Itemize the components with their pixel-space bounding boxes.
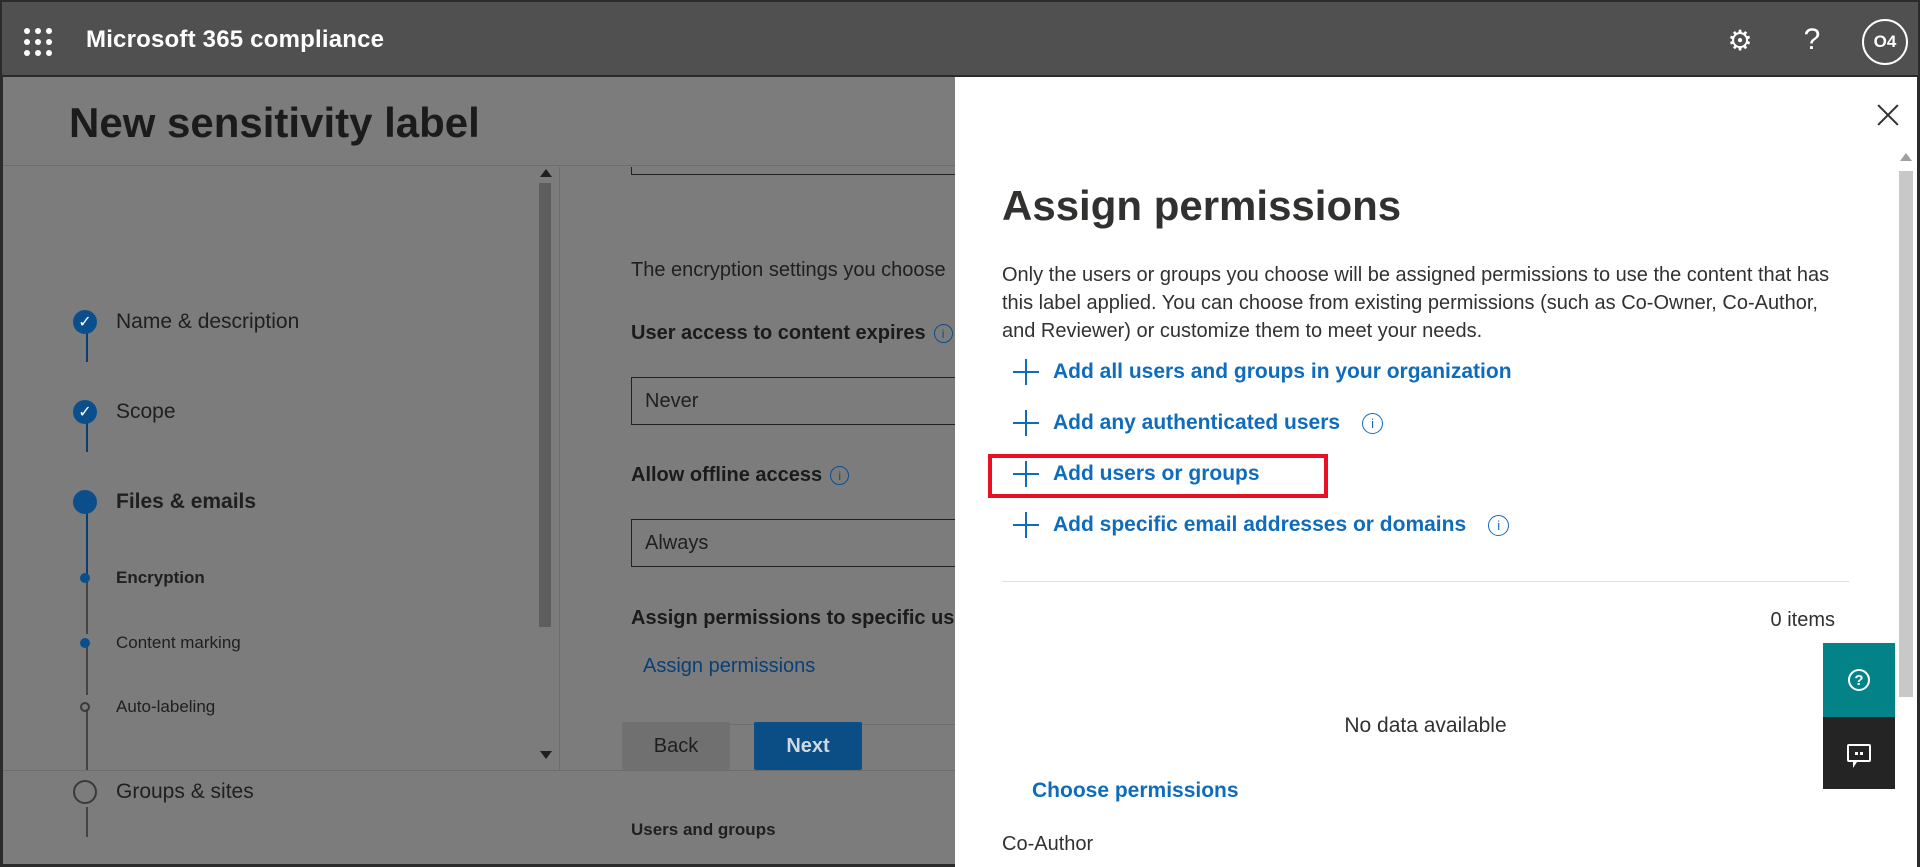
- plus-icon: [1013, 359, 1039, 385]
- no-data-message: No data available: [1344, 714, 1507, 737]
- add-email-addresses-button[interactable]: Add specific email addresses or domains …: [1013, 512, 1510, 538]
- assign-label: Assign permissions to specific use: [631, 607, 966, 629]
- substep-label: Encryption: [116, 568, 205, 587]
- page-title: New sensitivity label: [69, 99, 480, 146]
- input-field[interactable]: [631, 167, 961, 175]
- info-icon[interactable]: i: [1362, 412, 1384, 434]
- scrollbar-thumb[interactable]: [1899, 171, 1913, 697]
- help-icon[interactable]: ?: [1794, 22, 1830, 58]
- plus-icon: [1013, 410, 1039, 436]
- avatar[interactable]: O4: [1862, 19, 1908, 65]
- items-count: 0 items: [1770, 609, 1835, 631]
- substep-dot-icon: [80, 573, 90, 583]
- step-files-emails[interactable]: Files & emails: [73, 490, 256, 514]
- plus-icon: [1013, 512, 1039, 538]
- scroll-up-icon[interactable]: [1900, 153, 1912, 161]
- step-label: Scope: [116, 400, 176, 423]
- feedback-button[interactable]: [1823, 717, 1895, 789]
- divider: [1002, 581, 1849, 582]
- action-label: Add any authenticated users: [1053, 411, 1341, 434]
- gear-icon[interactable]: ⚙: [1722, 22, 1758, 58]
- back-button[interactable]: Back: [622, 722, 730, 770]
- divider: [3, 165, 958, 166]
- offline-label-text: Allow offline access: [631, 464, 823, 486]
- expires-dropdown[interactable]: Never: [631, 377, 961, 425]
- substep-content-marking[interactable]: Content marking: [73, 633, 241, 653]
- scroll-up-icon[interactable]: [540, 169, 552, 177]
- divider: [3, 770, 958, 771]
- info-icon[interactable]: i: [933, 324, 953, 344]
- next-button[interactable]: Next: [754, 722, 862, 770]
- panel-scrollbar[interactable]: [1896, 151, 1914, 867]
- permission-name: Co-Author: [1002, 833, 1094, 855]
- highlight-box: [988, 454, 1328, 498]
- assign-permissions-link[interactable]: Assign permissions: [643, 655, 815, 678]
- expires-label-text: User access to content expires: [631, 322, 926, 344]
- substep-encryption[interactable]: Encryption: [73, 568, 205, 588]
- step-connector: [86, 709, 88, 771]
- step-name-description[interactable]: ✓ Name & description: [73, 310, 299, 334]
- info-icon[interactable]: i: [1488, 514, 1510, 536]
- step-label: Name & description: [116, 310, 300, 333]
- scrollbar-thumb[interactable]: [539, 183, 551, 627]
- info-icon[interactable]: i: [830, 466, 850, 486]
- action-label: Add all users and groups in your organiz…: [1053, 360, 1512, 383]
- substep-dot-icon: [80, 638, 90, 648]
- close-icon[interactable]: [1874, 101, 1902, 129]
- add-authenticated-users-button[interactable]: Add any authenticated users i: [1013, 410, 1384, 436]
- substep-label: Auto-labeling: [116, 697, 216, 716]
- current-step-dot-icon: [73, 490, 97, 514]
- add-all-users-button[interactable]: Add all users and groups in your organiz…: [1013, 359, 1512, 385]
- offline-label: Allow offline access i: [631, 464, 850, 487]
- step-connector: [86, 647, 88, 695]
- steps-scrollbar[interactable]: [536, 167, 558, 767]
- top-bar: Microsoft 365 compliance ⚙ ? O4: [0, 0, 1920, 77]
- step-label: Groups & sites: [116, 780, 254, 803]
- assign-permissions-panel: Assign permissions Only the users or gro…: [955, 77, 1920, 867]
- help-button[interactable]: ?: [1823, 643, 1895, 717]
- wizard-steps: ✓ Name & description ✓ Scope Files & ema…: [3, 167, 543, 837]
- panel-title: Assign permissions: [1002, 182, 1402, 229]
- step-label: Files & emails: [116, 490, 257, 513]
- scroll-down-icon[interactable]: [540, 751, 552, 759]
- substep-dot-icon: [80, 702, 90, 712]
- step-connector: [86, 807, 88, 837]
- expires-label: User access to content expires i: [631, 322, 953, 345]
- checkmark-icon: ✓: [73, 310, 97, 334]
- users-groups-heading: Users and groups: [631, 820, 776, 839]
- step-scope[interactable]: ✓ Scope: [73, 400, 176, 424]
- choose-permissions-link[interactable]: Choose permissions: [1032, 779, 1239, 803]
- divider: [559, 167, 560, 770]
- offline-dropdown[interactable]: Always: [631, 519, 961, 567]
- app-title[interactable]: Microsoft 365 compliance: [86, 26, 384, 54]
- app-launcher-icon[interactable]: [22, 26, 52, 56]
- encryption-note: The encryption settings you choose: [631, 259, 946, 281]
- substep-label: Content marking: [116, 633, 241, 652]
- substep-auto-labeling[interactable]: Auto-labeling: [73, 697, 215, 717]
- help-circle-icon: ?: [1848, 669, 1870, 691]
- step-groups-sites[interactable]: Groups & sites: [73, 780, 254, 804]
- checkmark-icon: ✓: [73, 400, 97, 424]
- pending-step-dot-icon: [73, 780, 97, 804]
- action-label: Add specific email addresses or domains: [1053, 513, 1467, 536]
- panel-description: Only the users or groups you choose will…: [1002, 264, 1830, 342]
- feedback-icon: [1847, 744, 1871, 768]
